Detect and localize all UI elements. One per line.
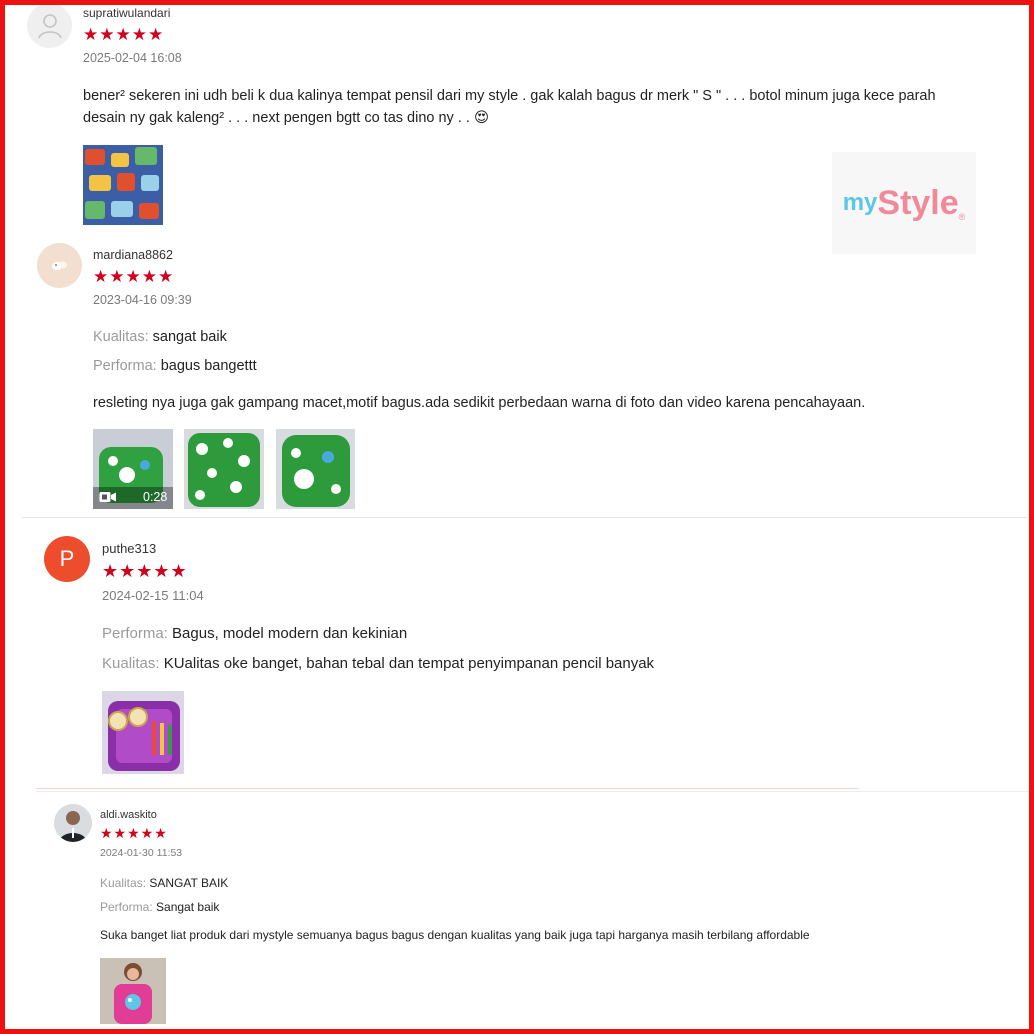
- review-divider: [36, 791, 1031, 792]
- attribute-value: SANGAT BAIK: [149, 876, 229, 890]
- attribute-label: Performa:: [100, 900, 153, 914]
- video-duration: 0:28: [143, 490, 168, 504]
- review-text: resleting nya juga gak gampang macet,mot…: [93, 395, 866, 411]
- rating-attribute-quality: Kualitas: SANGAT BAIK: [100, 876, 228, 890]
- attribute-label: Kualitas:: [100, 876, 147, 890]
- review-photo[interactable]: [102, 691, 184, 774]
- rating-attribute-performance: Performa: bagus bangettt: [93, 358, 257, 374]
- review-divider: [22, 517, 1027, 518]
- review-text: bener² sekeren ini udh beli k dua kaliny…: [83, 85, 1013, 129]
- mystyle-logo: my Style ®: [832, 152, 976, 254]
- review-text-line: bener² sekeren ini udh beli k dua kaliny…: [83, 88, 936, 104]
- review-date: 2023-04-16 09:39: [93, 293, 192, 307]
- attribute-label: Performa:: [102, 625, 168, 642]
- logo-my: my: [842, 189, 878, 216]
- pencil-case-pattern-photo: [83, 145, 163, 225]
- user-silhouette-icon: [37, 13, 62, 38]
- review-text: Suka banget liat produk dari mystyle sem…: [100, 928, 810, 942]
- review-photo[interactable]: [100, 958, 166, 1024]
- attribute-label: Kualitas:: [93, 329, 149, 345]
- star-rating: ★★★★★: [93, 267, 175, 286]
- review-username[interactable]: aldi.waskito: [100, 809, 157, 821]
- review-photo[interactable]: [184, 429, 264, 509]
- review-username[interactable]: puthe313: [102, 541, 156, 556]
- review-date: 2024-01-30 11:53: [100, 847, 183, 859]
- avatar-photo: [54, 804, 92, 842]
- attribute-label: Kualitas:: [102, 655, 160, 672]
- video-camera-icon: [99, 492, 116, 502]
- rating-attribute-quality: Kualitas: sangat baik: [93, 329, 227, 345]
- rating-attribute-performance: Performa: Bagus, model modern dan kekini…: [102, 625, 407, 642]
- attribute-value: KUalitas oke banget, bahan tebal dan tem…: [163, 655, 655, 672]
- user-avatar[interactable]: [37, 243, 82, 288]
- avatar-letter: P: [59, 546, 75, 571]
- rating-attribute-quality: Kualitas: KUalitas oke banget, bahan teb…: [102, 655, 654, 672]
- attribute-value: bagus bangettt: [160, 358, 257, 374]
- review-video[interactable]: 0:28: [93, 429, 173, 509]
- review-divider: [36, 788, 859, 789]
- attribute-label: Performa:: [93, 358, 157, 374]
- star-rating: ★★★★★: [83, 25, 165, 44]
- child-with-bag-photo: [100, 958, 166, 1024]
- logo-style: Style: [877, 183, 959, 222]
- rating-attribute-performance: Performa: Sangat baik: [100, 900, 219, 914]
- logo-registered-mark: ®: [958, 212, 966, 222]
- review-date: 2024-02-15 11:04: [102, 588, 204, 603]
- purple-pencil-case-photo: [102, 691, 184, 774]
- attribute-value: Bagus, model modern dan kekinian: [172, 625, 408, 642]
- review-photo[interactable]: [83, 145, 163, 225]
- avatar-default[interactable]: [27, 3, 72, 48]
- review-username[interactable]: mardiana8862: [93, 248, 173, 262]
- avatar-image: [37, 243, 82, 288]
- review-text-line: desain ny gak kaleng² . . . next pengen …: [83, 110, 490, 126]
- review-photo[interactable]: [276, 429, 355, 509]
- review-date: 2025-02-04 16:08: [83, 51, 182, 65]
- review-username[interactable]: supratiwulandari: [83, 6, 170, 20]
- user-avatar[interactable]: P: [44, 536, 90, 582]
- star-rating: ★★★★★: [102, 561, 188, 581]
- pencil-case-photo: [276, 429, 355, 509]
- star-rating: ★★★★★: [100, 825, 168, 841]
- pencil-case-photo: [184, 429, 264, 509]
- attribute-value: sangat baik: [152, 329, 227, 345]
- user-avatar[interactable]: [54, 804, 92, 842]
- attribute-value: Sangat baik: [156, 900, 220, 914]
